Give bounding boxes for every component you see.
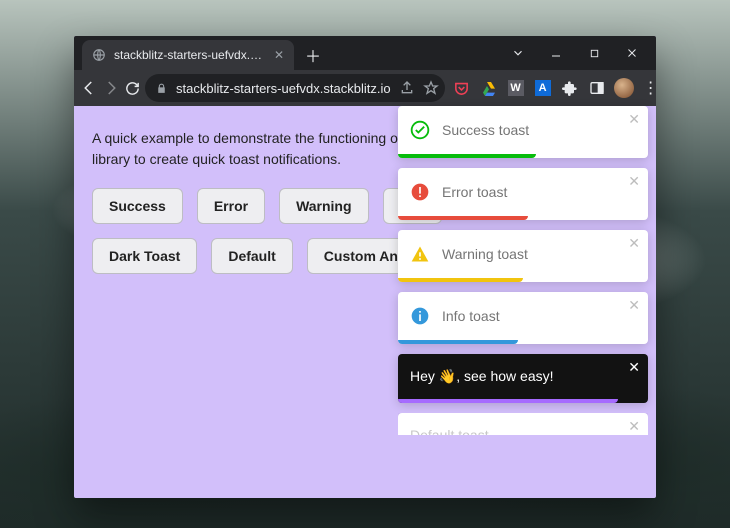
toast-close-icon[interactable]: ✕ <box>628 173 640 190</box>
warning-button[interactable]: Warning <box>279 188 368 224</box>
window-close-button[interactable] <box>614 39 650 67</box>
toast-progress <box>398 216 528 220</box>
error-button[interactable]: Error <box>197 188 265 224</box>
extension-icons: W A ⋮ <box>449 74 656 102</box>
browser-menu-icon[interactable]: ⋮ <box>638 74 656 102</box>
check-circle-icon <box>410 120 430 140</box>
page-content: A quick example to demonstrate the funct… <box>74 106 656 498</box>
a-extension-icon[interactable]: A <box>530 74 556 102</box>
window-maximize-button[interactable] <box>576 39 612 67</box>
alert-circle-icon <box>410 182 430 202</box>
toast-container: Success toast ✕ Error toast ✕ Warning to… <box>398 106 648 435</box>
toast-close-icon[interactable]: ✕ <box>628 235 640 252</box>
drive-icon[interactable] <box>476 74 502 102</box>
url-text: stackblitz-starters-uefvdx.stackblitz.io <box>176 81 391 96</box>
tab-close-icon[interactable]: ✕ <box>272 46 286 64</box>
globe-icon <box>92 48 106 62</box>
toast-progress <box>398 278 523 282</box>
toast-close-icon[interactable]: ✕ <box>628 111 640 128</box>
success-button[interactable]: Success <box>92 188 183 224</box>
toast-progress <box>398 399 618 403</box>
toast-label: Warning toast <box>442 246 528 262</box>
window-chevron-icon[interactable] <box>500 39 536 67</box>
share-icon[interactable] <box>399 80 415 96</box>
toast-dark[interactable]: Hey 👋, see how easy! ✕ <box>398 354 648 403</box>
toast-close-icon[interactable]: ✕ <box>628 359 640 376</box>
tab-strip: stackblitz-starters-uefvdx.stackbl ✕ ＋ <box>74 36 656 70</box>
toast-label: Hey 👋, see how easy! <box>410 368 554 385</box>
toast-warning[interactable]: Warning toast ✕ <box>398 230 648 282</box>
tab-title: stackblitz-starters-uefvdx.stackbl <box>114 48 264 62</box>
toast-success[interactable]: Success toast ✕ <box>398 106 648 158</box>
toast-error[interactable]: Error toast ✕ <box>398 168 648 220</box>
toast-label: Info toast <box>442 308 500 324</box>
toast-label: Success toast <box>442 122 529 138</box>
toast-progress <box>398 154 536 158</box>
star-icon[interactable] <box>423 80 439 96</box>
toast-label: Default toast <box>410 427 489 435</box>
tab-active[interactable]: stackblitz-starters-uefvdx.stackbl ✕ <box>82 40 294 70</box>
toast-close-icon[interactable]: ✕ <box>628 418 640 435</box>
nav-reload-button[interactable] <box>124 74 141 102</box>
dark-toast-button[interactable]: Dark Toast <box>92 238 197 274</box>
toast-info[interactable]: Info toast ✕ <box>398 292 648 344</box>
warning-triangle-icon <box>410 244 430 264</box>
address-bar[interactable]: stackblitz-starters-uefvdx.stackblitz.io <box>145 74 445 102</box>
profile-avatar[interactable] <box>611 74 637 102</box>
toolbar: stackblitz-starters-uefvdx.stackblitz.io… <box>74 70 656 106</box>
new-tab-button[interactable]: ＋ <box>300 42 326 68</box>
toast-progress <box>398 340 518 344</box>
pocket-icon[interactable] <box>449 74 475 102</box>
info-circle-icon <box>410 306 430 326</box>
window-controls <box>500 36 650 70</box>
toast-default-partial: Default toast ✕ <box>398 413 648 435</box>
lock-icon <box>155 82 168 95</box>
nav-forward-button[interactable] <box>102 74 120 102</box>
w-extension-icon[interactable]: W <box>503 74 529 102</box>
nav-back-button[interactable] <box>80 74 98 102</box>
extensions-puzzle-icon[interactable] <box>557 74 583 102</box>
toast-default[interactable]: Default toast ✕ <box>398 413 648 435</box>
window-minimize-button[interactable] <box>538 39 574 67</box>
toast-label: Error toast <box>442 184 507 200</box>
toast-close-icon[interactable]: ✕ <box>628 297 640 314</box>
browser-window: stackblitz-starters-uefvdx.stackbl ✕ ＋ <box>74 36 656 498</box>
side-panel-icon[interactable] <box>584 74 610 102</box>
default-button[interactable]: Default <box>211 238 292 274</box>
